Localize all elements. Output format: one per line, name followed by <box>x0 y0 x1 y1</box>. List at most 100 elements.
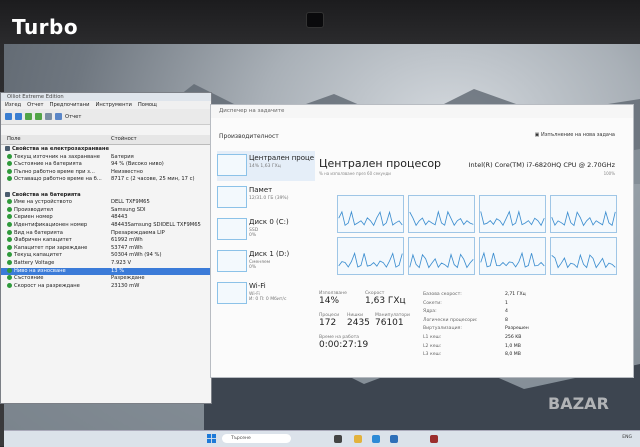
spec-row: L3 кеш: 8,0 MB <box>423 351 603 360</box>
table-row[interactable]: Свойства на електрозахранването <box>1 146 211 154</box>
row-field-label: Капацитет при зареждане <box>14 244 88 251</box>
green-dot-icon <box>7 244 12 250</box>
table-row[interactable]: Капацитет при зареждане 53747 mWh <box>1 244 211 253</box>
back-arrow-icon[interactable] <box>5 113 12 120</box>
table-row[interactable]: Оставащо работно време на б... 8717 с (2 … <box>1 176 211 184</box>
table-row[interactable]: Battery Voltage 7.923 V <box>1 259 211 268</box>
menu-tools[interactable]: Инструменти <box>95 101 131 109</box>
aida-table: Свойства на електрозахранването Текущ изт… <box>1 145 211 290</box>
row-field-label: Сериен номер <box>14 214 53 221</box>
row-value: Батерия <box>111 153 134 160</box>
aida-title: Оlliot Extreme Edition <box>1 93 211 101</box>
taskview-icon[interactable] <box>334 435 342 443</box>
row-value: 13 % <box>111 267 125 274</box>
row-value: 53747 mWh <box>111 244 143 251</box>
sidebar-item[interactable]: Wi-Fi Wi-Fi И: 0 П: 0 Мбит/с <box>217 279 315 309</box>
table-row[interactable]: Свойства на батерията <box>1 191 211 200</box>
run-new-task-button[interactable]: ▣ Изпълнение на нова задача <box>535 132 615 138</box>
stat-2: Процеси 172 <box>319 313 339 328</box>
row-field-label: Оставащо работно време на б... <box>14 176 102 183</box>
table-row[interactable]: Текущ капацитет 50304 mWh (94 %) <box>1 252 211 260</box>
menu-view[interactable]: Изгед <box>5 101 21 109</box>
system-tray[interactable]: ENG <box>622 435 632 440</box>
cpu-graph <box>479 237 546 275</box>
spec-value: 2,71 ГХц <box>505 292 526 297</box>
col-value[interactable]: Стойност <box>105 135 137 144</box>
bazar-watermark: BAZAR <box>548 394 609 413</box>
report-button[interactable]: Отчет <box>65 114 81 120</box>
table-row[interactable] <box>1 184 211 192</box>
table-row[interactable]: Ниво на износване 13 % <box>1 267 211 276</box>
table-row[interactable]: Скорост на разреждане 23130 mW <box>1 282 211 291</box>
table-row[interactable]: Сериен номер 48443 <box>1 214 211 222</box>
store-icon[interactable] <box>390 435 398 443</box>
table-row[interactable]: Идентификационен номер 48443Samsung SDIDE… <box>1 221 211 230</box>
table-row[interactable]: Състояние Разреждане <box>1 275 211 283</box>
green-dot-icon <box>7 153 12 159</box>
spec-key: Базова скорост: <box>423 292 462 297</box>
cpu-specs: Базова скорост: 2,71 ГХц Сокети: 1 Ядра: 4 Лог… <box>423 291 603 360</box>
windows-start-icon[interactable] <box>207 434 216 443</box>
sidebar-item[interactable]: Централен проце 14% 1,63 ГХц <box>217 151 315 181</box>
sidebar-mini-graph <box>217 282 247 304</box>
battery-icon <box>5 146 10 151</box>
row-field-label: Вид на батерията <box>14 229 63 236</box>
stat-1: Скорост 1,63 ГХц <box>365 291 406 306</box>
col-field[interactable]: Поле <box>1 135 105 144</box>
sidebar-mini-graph <box>217 218 247 240</box>
row-field: Идентификационен номер <box>1 221 111 230</box>
row-field: Battery Voltage <box>1 259 111 268</box>
table-row[interactable]: Вид на батерията Презареждаема LIP <box>1 229 211 238</box>
table-row[interactable]: Фабричен капацитет 61992 mWh <box>1 237 211 245</box>
table-row[interactable]: Име на устройството DELL TXF9M65 <box>1 199 211 207</box>
stat-value: 172 <box>319 318 337 328</box>
sidebar-item[interactable]: Памет 12/31.0 ГБ (39%) <box>217 183 315 213</box>
row-value: 23130 mW <box>111 282 140 289</box>
spec-key: Сокети: <box>423 300 442 306</box>
aida-toolbar: Отчет <box>1 109 211 125</box>
table-row[interactable]: Текущ източник на захранване Батерия <box>1 153 211 162</box>
menu-help[interactable]: Помощ <box>138 101 157 109</box>
row-field <box>1 184 111 192</box>
row-value: 48443 <box>111 214 128 221</box>
sidebar-item-sub: 14% 1,63 ГХц <box>249 164 281 169</box>
refresh-icon[interactable] <box>35 113 42 120</box>
edge-icon[interactable] <box>372 435 380 443</box>
sidebar-item-label: Диск 1 (D:) <box>249 250 290 258</box>
row-field-label: Производител <box>14 206 54 213</box>
task-manager-window[interactable]: Диспечер на задачите Производителност ▣ … <box>210 104 634 378</box>
cpu-title: Централен процесор <box>319 157 442 170</box>
stat-value: 76101 <box>375 318 404 328</box>
row-field: Сериен номер <box>1 214 111 222</box>
table-row[interactable]: Производител Samsung SDI <box>1 206 211 215</box>
aida-taskbar-icon[interactable] <box>430 435 438 443</box>
sidebar-item[interactable]: Диск 0 (C:) SSD 0% <box>217 215 315 245</box>
green-dot-icon <box>7 267 12 273</box>
row-value: 8717 с (2 часове, 25 мин, 17 с) <box>111 176 195 183</box>
spec-row: Виртуализация: Разрешен <box>423 325 603 334</box>
stat-0: Използване 14% <box>319 291 347 306</box>
table-row[interactable]: Състояние на батерията 94 % (Високо ниво) <box>1 161 211 169</box>
up-icon[interactable] <box>25 113 32 120</box>
sidebar-item-sub: 12/31.0 ГБ (39%) <box>249 196 289 201</box>
report-icon[interactable] <box>55 113 62 120</box>
green-dot-icon <box>7 237 12 243</box>
row-field: Име на устройството <box>1 199 111 207</box>
forward-arrow-icon[interactable] <box>15 113 22 120</box>
row-field: Състояние <box>1 275 111 283</box>
explorer-icon[interactable] <box>354 435 362 443</box>
taskbar: Търсене ENG <box>4 430 640 447</box>
spec-value: 1 <box>505 300 508 306</box>
sidebar-item[interactable]: Диск 1 (D:) Сменяем 0% <box>217 247 315 277</box>
table-row[interactable]: Пълно работно време при з... Неизвестно <box>1 168 211 177</box>
menu-report[interactable]: Отчет <box>27 101 43 109</box>
taskbar-search[interactable]: Търсене <box>222 434 291 443</box>
aida-window[interactable]: Оlliot Extreme Edition Изгед Отчет Предп… <box>0 92 212 404</box>
menu-favorites[interactable]: Предпочитани <box>50 101 90 109</box>
spec-value: 8 <box>505 317 508 323</box>
spec-value: 1,0 MB <box>505 343 521 349</box>
user-icon[interactable] <box>45 113 52 120</box>
green-dot-icon <box>7 161 12 167</box>
stat-value: 0:00:27:19 <box>319 340 369 350</box>
cpu-graph <box>337 195 404 233</box>
